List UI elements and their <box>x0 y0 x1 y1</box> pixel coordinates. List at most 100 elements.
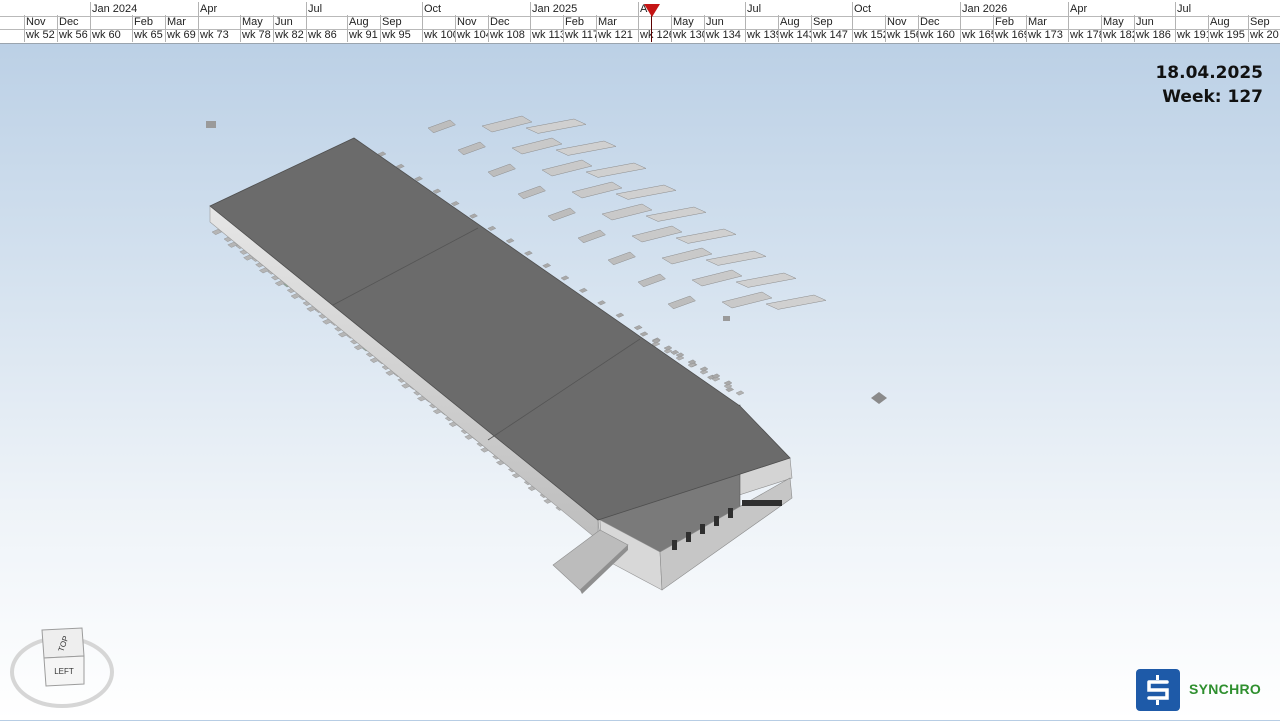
floor-slab <box>615 184 677 200</box>
timeline-week-cell[interactable]: wk 182 <box>1101 28 1134 42</box>
timeline-month-cell <box>1068 15 1101 29</box>
floor-slab <box>607 251 636 266</box>
foundation-pad <box>450 201 460 207</box>
building-model[interactable] <box>209 137 793 594</box>
foundation-pad <box>578 287 588 293</box>
playhead-marker-icon[interactable] <box>644 4 660 17</box>
synchro-logo: SYNCHRO <box>1136 667 1266 713</box>
timeline-month-cell: Dec <box>488 15 530 29</box>
floor-slab <box>427 119 456 134</box>
timeline-week-cell[interactable]: wk 56 <box>57 28 90 42</box>
timeline-week-cell[interactable]: wk 52 <box>24 28 57 42</box>
foundation-pad-isolated <box>723 316 730 321</box>
3d-viewport[interactable] <box>0 44 1280 720</box>
timeline-header[interactable]: Jan 2024 Apr Jul Oct Jan 2025 A Jul Oct Jan 2026… <box>0 0 1280 44</box>
foundation-pad <box>663 345 673 351</box>
timeline-week-cell[interactable]: wk 160 <box>918 28 960 42</box>
floor-slab <box>601 203 653 221</box>
timeline-week-cell[interactable]: wk 178 <box>1068 28 1101 42</box>
timeline-week-cell[interactable]: wk 104 <box>455 28 488 42</box>
timeline-week-cell[interactable]: wk 95 <box>380 28 422 42</box>
floor-slab <box>675 228 737 244</box>
timeline-week-cell[interactable]: wk 108 <box>488 28 530 42</box>
timeline-month-cell: Aug <box>778 15 811 29</box>
timeline-week-cell[interactable]: wk 152 <box>852 28 885 42</box>
synchro-logo-text: SYNCHRO <box>1189 681 1262 697</box>
foundation-pad <box>597 300 606 306</box>
timeline-week-cell[interactable]: wk 191 <box>1175 28 1208 42</box>
timeline-week-cell[interactable]: wk 82 <box>273 28 306 42</box>
floor-slab <box>721 291 773 309</box>
timeline-week-cell[interactable]: wk 195 <box>1208 28 1248 42</box>
timeline-week-cell[interactable]: wk 117 <box>563 28 596 42</box>
timeline-quarter-cell: Jan 2025 <box>530 2 638 16</box>
navigation-cube[interactable]: TOP LEFT <box>10 626 120 716</box>
floor-slab <box>481 115 533 133</box>
timeline-quarter-cell: Jan 2024 <box>90 2 198 16</box>
timeline-month-cell <box>306 15 347 29</box>
timeline-month-cell <box>530 15 563 29</box>
timeline-month-cell: Mar <box>165 15 198 29</box>
timeline-week-cell[interactable]: wk 69 <box>165 28 198 42</box>
timeline-month-cell <box>1175 15 1208 29</box>
timeline-week-cell[interactable]: wk 73 <box>198 28 240 42</box>
nav-cube-icon: TOP LEFT <box>10 627 114 708</box>
timeline-week-cell[interactable]: wk 139 <box>745 28 778 42</box>
timeline-week-cell[interactable]: wk 86 <box>306 28 347 42</box>
floor-slab <box>735 272 797 288</box>
floor-slab <box>517 185 546 200</box>
timeline-quarter-cell: Jul <box>745 2 852 16</box>
timeline-week-cell[interactable]: wk 130 <box>671 28 704 42</box>
timeline-week-cell[interactable]: wk 147 <box>811 28 852 42</box>
foundation-pad <box>633 325 643 331</box>
timeline-week-cell[interactable]: wk 173 <box>1026 28 1068 42</box>
nav-cube-left-label[interactable]: LEFT <box>54 667 74 676</box>
floor-slab <box>547 207 576 222</box>
foundation-pad <box>542 263 552 269</box>
timeline-quarter-cell: Apr <box>198 2 306 16</box>
floor-slab <box>691 269 743 287</box>
timeline-quarter-cell: Jul <box>1175 2 1280 16</box>
timeline-week-cell[interactable]: wk 121 <box>596 28 638 42</box>
timeline-week-cell[interactable]: wk 156 <box>885 28 918 42</box>
foundation-pad <box>735 390 745 396</box>
foundation-pad-isolated <box>871 392 887 404</box>
foundation-pad <box>560 275 570 281</box>
floor-slab <box>555 140 617 156</box>
timeline-week-cell[interactable]: wk 186 <box>1134 28 1175 42</box>
foundation-pad <box>432 188 442 194</box>
floor-slab <box>667 295 696 310</box>
timeline-month-cell: Mar <box>596 15 638 29</box>
timeline-week-cell[interactable]: wk 78 <box>240 28 273 42</box>
timeline-week-cell[interactable]: wk 143 <box>778 28 811 42</box>
timeline-month-cell: Jun <box>273 15 306 29</box>
timeline-month-cell: Nov <box>885 15 918 29</box>
timeline-month-cell: Feb <box>563 15 596 29</box>
timeline-month-cell <box>745 15 778 29</box>
timeline-week-cell[interactable]: wk 134 <box>704 28 745 42</box>
timeline-week-cell[interactable]: wk 169 <box>993 28 1026 42</box>
timeline-week-cell[interactable]: wk 113 <box>530 28 563 42</box>
timeline-week-cell[interactable]: wk 100 <box>422 28 455 42</box>
timeline-month-cell: Jun <box>1134 15 1175 29</box>
floor-slab <box>645 206 707 222</box>
timeline-week-cell[interactable]: wk 126 <box>638 28 671 42</box>
timeline-month-cell: Dec <box>918 15 960 29</box>
timeline-week-cell[interactable]: wk 60 <box>90 28 132 42</box>
timeline-month-cell: Mar <box>1026 15 1068 29</box>
timeline-week-cell[interactable]: wk 65 <box>132 28 165 42</box>
timeline-week-cell[interactable]: wk 20 <box>1248 28 1280 42</box>
timeline-week-row: wk 52 wk 56 wk 60 wk 65 wk 69 wk 73 wk 78 wk 82… <box>0 28 1280 42</box>
foundation-pad <box>723 380 733 386</box>
floor-slab <box>705 250 767 266</box>
timeline-week-cell[interactable]: wk 91 <box>347 28 380 42</box>
timeline-week-cell[interactable]: wk 165 <box>960 28 993 42</box>
timeline-month-cell <box>852 15 885 29</box>
timeline-month-cell <box>90 15 132 29</box>
timeline-quarter-cell: Jan 2026 <box>960 2 1068 16</box>
timeline-quarter-cell: Jul <box>306 2 422 16</box>
foundation-pad <box>505 238 515 244</box>
foundation-pad <box>675 352 685 358</box>
floor-slab <box>541 159 593 177</box>
timeline-month-cell: Sep <box>1248 15 1280 29</box>
